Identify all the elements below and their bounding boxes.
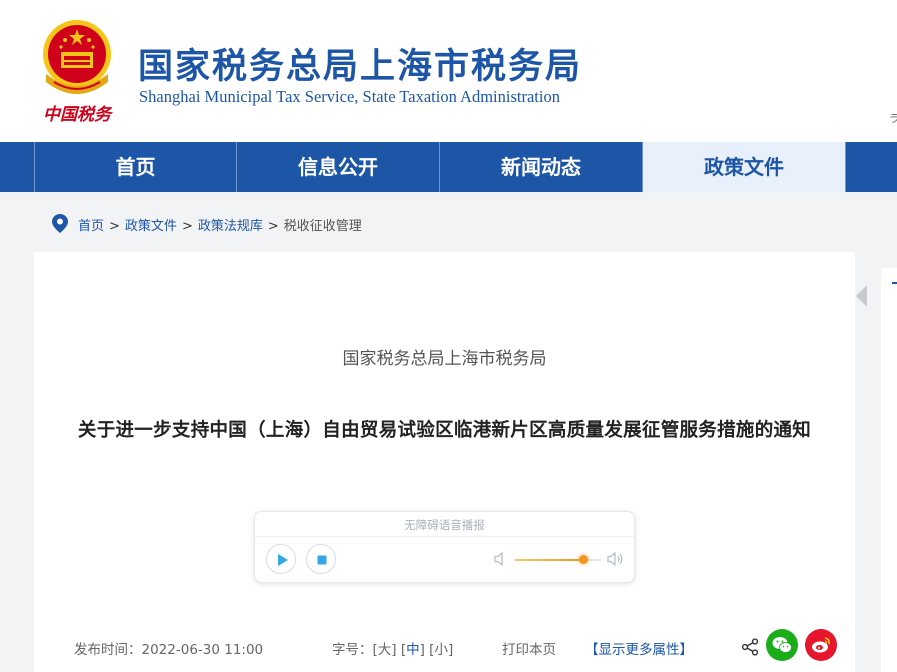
audio-player-divider — [255, 536, 634, 537]
font-size-label: 字号： — [332, 642, 373, 658]
play-button[interactable] — [266, 544, 296, 574]
show-more-attributes-link[interactable]: 【显示更多属性】 — [585, 638, 693, 658]
edge-text-fragment: ラ — [889, 112, 897, 125]
volume-low-icon[interactable] — [494, 551, 506, 567]
article-card: 国家税务总局上海市税务局 关于进一步支持中国（上海）自由贸易试验区临港新片区高质… — [34, 252, 855, 672]
breadcrumb-separator: > — [267, 219, 279, 234]
weibo-icon — [812, 637, 830, 653]
wechat-share-button[interactable] — [766, 629, 798, 661]
font-size-control: 字号：[大] [中] [小] — [332, 642, 454, 658]
site-subtitle: Shanghai Municipal Tax Service, State Ta… — [139, 87, 560, 106]
national-emblem-logo[interactable]: 中国税务 — [36, 16, 118, 126]
play-icon — [278, 554, 288, 566]
font-size-medium[interactable]: 中 — [406, 642, 420, 658]
nav-item-policy-documents[interactable]: 政策文件 — [642, 142, 845, 192]
volume-slider[interactable] — [515, 555, 601, 564]
side-panel-accent — [892, 282, 897, 284]
nav-divider — [845, 142, 846, 192]
audio-player: 无障碍语音播报 — [254, 511, 635, 583]
side-panel-edge — [881, 268, 897, 672]
volume-high-icon[interactable] — [607, 550, 625, 568]
audio-player-label: 无障碍语音播报 — [404, 518, 485, 532]
weibo-share-button[interactable] — [805, 629, 837, 661]
svg-text:中国税务: 中国税务 — [43, 105, 114, 125]
font-size-large[interactable]: 大 — [378, 642, 392, 658]
breadcrumb-link-policy-documents[interactable]: 政策文件 — [125, 219, 177, 234]
share-icon[interactable] — [741, 638, 759, 656]
wechat-icon — [772, 637, 792, 653]
volume-slider-handle[interactable] — [578, 555, 588, 564]
volume-slider-fill — [515, 559, 583, 561]
article-issuer: 国家税务总局上海市税务局 — [342, 349, 547, 369]
article-title: 关于进一步支持中国（上海）自由贸易试验区临港新片区高质量发展征管服务措施的通知 — [77, 420, 812, 441]
site-title[interactable]: 国家税务总局上海市税务局 — [138, 38, 582, 89]
nav-item-info-disclosure[interactable]: 信息公开 — [236, 142, 439, 192]
breadcrumb-separator: > — [181, 219, 193, 234]
nav-item-home[interactable]: 首页 — [34, 142, 236, 192]
font-size-small[interactable]: 小 — [434, 642, 448, 658]
nav-item-news[interactable]: 新闻动态 — [439, 142, 642, 192]
breadcrumb-link-policy-library[interactable]: 政策法规库 — [198, 219, 263, 234]
main-nav: 首页 信息公开 新闻动态 政策文件 — [0, 142, 897, 192]
stop-button[interactable] — [306, 544, 336, 574]
breadcrumb-separator: > — [109, 219, 120, 234]
location-pin-icon — [52, 214, 68, 233]
stop-icon — [317, 555, 327, 565]
article-meta-bar: 发布时间：2022-06-30 11:00 字号：[大] [中] [小] 打印本… — [34, 629, 855, 666]
breadcrumb-link-home[interactable]: 首页 — [78, 219, 104, 234]
breadcrumb-current: 税收征收管理 — [283, 219, 362, 234]
publish-date: 发布时间：2022-06-30 11:00 — [74, 642, 264, 658]
print-page-link[interactable]: 打印本页 — [502, 638, 556, 658]
site-header: 中国税务 国家税务总局上海市税务局 Shanghai Municipal Tax… — [0, 0, 897, 142]
